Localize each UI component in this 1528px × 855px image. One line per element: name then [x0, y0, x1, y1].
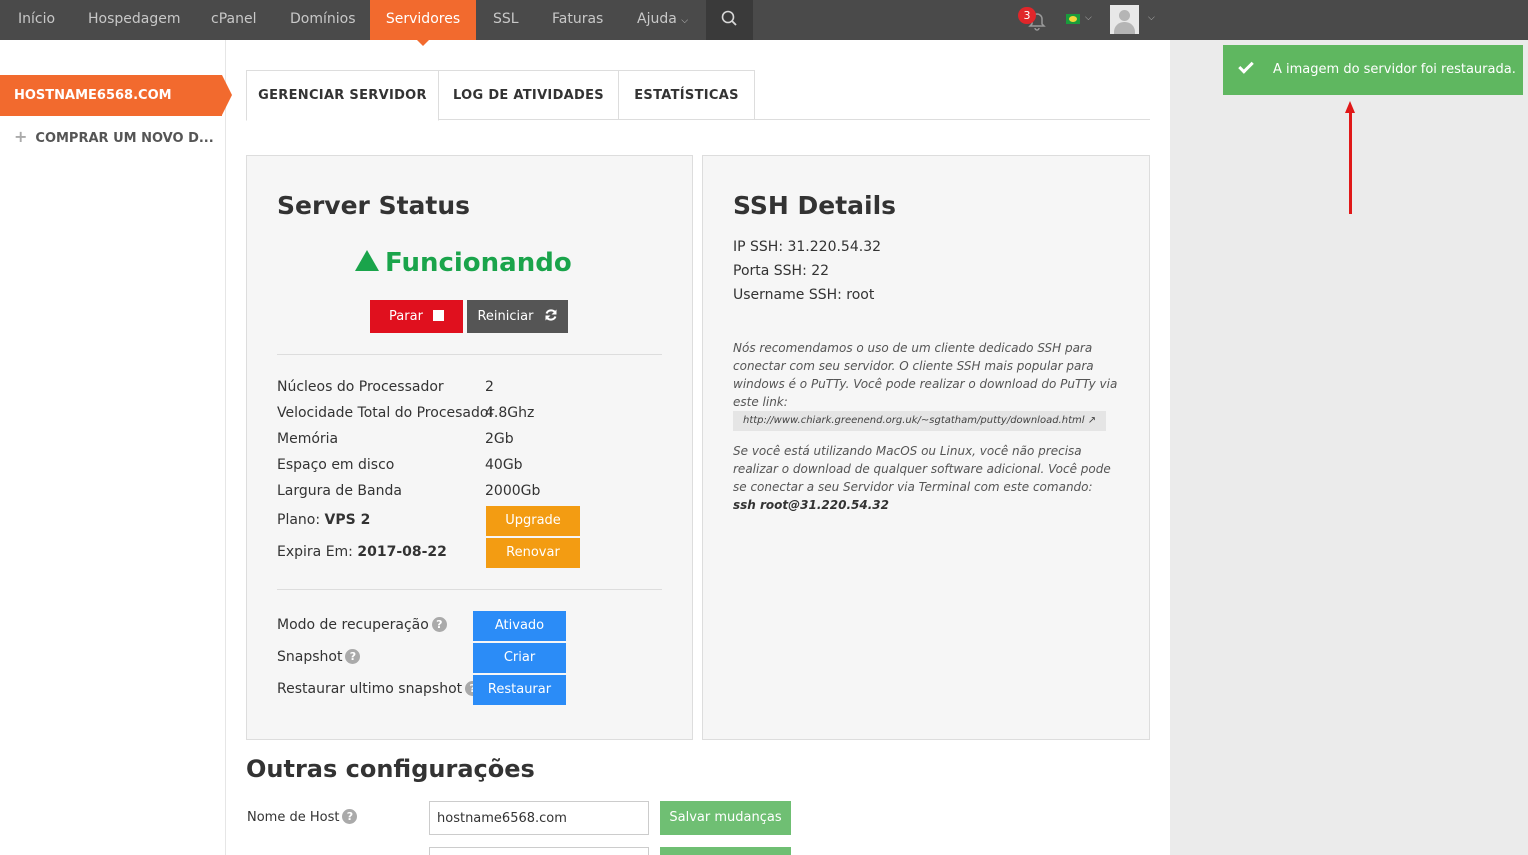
tab-log-atividades[interactable]: LOG DE ATIVIDADES [438, 70, 619, 120]
hostname-label: Nome de Host [247, 810, 340, 825]
chevron-down-icon: ⌵ [681, 16, 689, 26]
brazil-flag-icon[interactable] [1066, 14, 1080, 24]
second-settings-input[interactable] [429, 847, 649, 855]
spec-label: Velocidade Total do Procesador [277, 405, 495, 421]
nav-servidores-label: Servidores [385, 11, 461, 27]
restart-button-label: Reiniciar [477, 309, 534, 324]
recovery-mode-row: Modo de recuperação? [277, 617, 447, 633]
renew-button[interactable]: Renovar [486, 538, 580, 568]
sidebar-item-buy-new[interactable]: + COMPRAR UM NOVO D... [14, 127, 214, 149]
hostname-input[interactable] [429, 801, 649, 835]
annotation-arrow [1349, 112, 1352, 214]
tab-estatisticas[interactable]: ESTATÍSTICAS [618, 70, 755, 120]
chevron-down-icon[interactable]: ⌵ [1148, 13, 1155, 23]
stop-button[interactable]: Parar [370, 300, 463, 333]
divider [277, 354, 662, 355]
user-icon-body [1114, 22, 1135, 34]
restore-snapshot-button[interactable]: Restaurar [473, 675, 566, 705]
success-toast: A imagem do servidor foi restaurada. [1223, 45, 1523, 95]
search-button[interactable] [706, 0, 753, 40]
nav-ssl[interactable]: SSL [493, 0, 519, 40]
nav-inicio[interactable]: Início [18, 0, 55, 40]
snapshot-row: Snapshot? [277, 649, 361, 665]
server-status-title: Server Status [277, 191, 471, 220]
ssh-details-title: SSH Details [733, 191, 897, 220]
nav-hospedagem[interactable]: Hospedagem [88, 0, 181, 40]
plan-row: Plano: VPS 2 [277, 512, 370, 528]
ssh-ip: IP SSH: 31.220.54.32 [733, 239, 882, 255]
second-settings-button[interactable] [660, 847, 791, 855]
status-text: Funcionando [385, 248, 572, 278]
help-icon[interactable]: ? [431, 617, 447, 632]
expires-row: Expira Em: 2017-08-22 [277, 544, 447, 560]
server-status-indicator: Funcionando [355, 248, 572, 278]
spec-value: 4.8Ghz [485, 405, 535, 421]
toast-message: A imagem do servidor foi restaurada. [1273, 62, 1516, 77]
restart-button[interactable]: Reiniciar [467, 300, 568, 333]
nav-cpanel[interactable]: cPanel [211, 0, 256, 40]
hostname-label-row: Nome de Host? [247, 809, 358, 825]
snapshot-label: Snapshot [277, 649, 343, 665]
help-icon[interactable]: ? [342, 809, 358, 824]
search-icon [721, 10, 737, 26]
nav-servidores[interactable]: Servidores [370, 0, 476, 46]
restore-snapshot-row: Restaurar ultimo snapshot? [277, 681, 481, 697]
spec-value: 2Gb [485, 431, 514, 447]
avatar[interactable] [1110, 5, 1139, 34]
user-icon [1119, 10, 1130, 21]
spec-label: Memória [277, 431, 339, 447]
create-snapshot-button[interactable]: Criar [473, 643, 566, 673]
external-link-icon: ↗ [1087, 415, 1097, 426]
recovery-mode-label: Modo de recuperação [277, 617, 429, 633]
ssh-command: ssh root@31.220.54.32 [733, 498, 889, 512]
spec-value: 2 [485, 379, 494, 395]
help-icon[interactable]: ? [345, 649, 361, 664]
other-settings-title: Outras configurações [246, 755, 535, 783]
ssh-macos-linux-note: Se você está utilizando MacOS ou Linux, … [733, 444, 1111, 494]
nav-faturas[interactable]: Faturas [552, 0, 603, 40]
nav-ajuda[interactable]: Ajuda ⌵ [637, 0, 688, 40]
expires-value: 2017-08-22 [357, 544, 447, 560]
expires-label: Expira Em: [277, 544, 353, 560]
sidebar-item-label: COMPRAR UM NOVO D... [35, 131, 214, 146]
restore-snapshot-label: Restaurar ultimo snapshot [277, 681, 463, 697]
triangle-up-icon [355, 250, 379, 271]
server-status-panel: Server Status Funcionando Parar Reinicia… [246, 155, 693, 740]
top-navbar: Início Hospedagem cPanel Domínios Servid… [0, 0, 1528, 46]
save-changes-button[interactable]: Salvar mudanças [660, 801, 791, 835]
chevron-down-icon[interactable]: ⌵ [1085, 13, 1092, 23]
spec-label: Núcleos do Processador [277, 379, 444, 395]
spec-label: Espaço em disco [277, 457, 395, 473]
ssh-details-panel: SSH Details IP SSH: 31.220.54.32 Porta S… [702, 155, 1150, 740]
check-icon [1238, 58, 1254, 74]
sidebar [0, 40, 226, 855]
spec-value: 40Gb [485, 457, 523, 473]
tab-bar: GERENCIAR SERVIDOR LOG DE ATIVIDADES EST… [246, 70, 1150, 121]
nav-dominios[interactable]: Domínios [290, 0, 356, 40]
sidebar-item-hostname[interactable]: HOSTNAME6568.COM [0, 75, 232, 116]
tab-gerenciar-servidor[interactable]: GERENCIAR SERVIDOR [246, 70, 439, 121]
ssh-username: Username SSH: root [733, 287, 875, 303]
notification-count-badge: 3 [1018, 7, 1036, 24]
plus-icon: + [14, 127, 28, 146]
putty-download-link[interactable]: http://www.chiark.greenend.org.uk/~sgtat… [733, 411, 1107, 431]
putty-link-text: http://www.chiark.greenend.org.uk/~sgtat… [743, 415, 1085, 426]
ssh-recommendation-note: Nós recomendamos o uso de um cliente ded… [733, 341, 1118, 409]
active-caret-icon [417, 40, 429, 46]
stop-button-label: Parar [389, 309, 423, 324]
divider [277, 589, 662, 590]
recovery-mode-button[interactable]: Ativado [473, 611, 566, 641]
plan-label: Plano: [277, 512, 321, 528]
spec-value: 2000Gb [485, 483, 541, 499]
ssh-port: Porta SSH: 22 [733, 263, 830, 279]
spec-label: Largura de Banda [277, 483, 402, 499]
plan-value: VPS 2 [324, 512, 371, 528]
nav-ajuda-label: Ajuda [637, 11, 677, 27]
refresh-icon [545, 309, 557, 321]
stop-icon [432, 310, 444, 321]
upgrade-button[interactable]: Upgrade [486, 506, 580, 536]
